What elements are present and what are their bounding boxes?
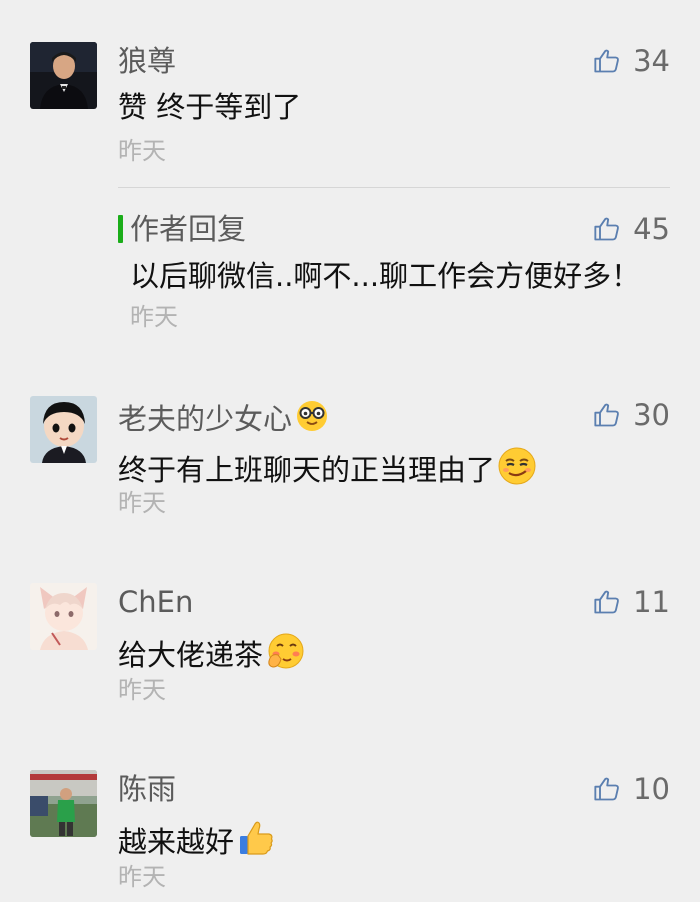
like-count: 30 [633, 398, 670, 432]
reply-accent-bar [118, 215, 123, 243]
author-reply-text: 以后聊微信..啊不...聊工作会方便好多！ [130, 259, 641, 293]
giggle-emoji-icon [268, 633, 304, 669]
author-reply-time: 昨天 [130, 303, 178, 331]
comment-text-content: 给大佬递茶 [118, 638, 264, 672]
avatar-person-green-icon [30, 770, 97, 837]
like-button[interactable]: 34 [593, 43, 670, 79]
comments-page: 狼尊 赞 终于等到了 昨天 34 作者回复 以后聊微信..啊不...聊工作会方便… [0, 0, 700, 902]
comment-time: 昨天 [118, 137, 166, 165]
comment-author[interactable]: ChEn [118, 584, 193, 620]
avatar-man-suit-icon [30, 42, 97, 109]
thumbs-up-icon [594, 590, 619, 614]
avatar-anime-foxboy-icon [30, 583, 97, 650]
smirk-emoji-icon [498, 447, 536, 485]
thumbs-up-icon [594, 49, 619, 73]
comment-author[interactable]: 老夫的少女心 [118, 397, 330, 437]
like-count: 34 [633, 44, 670, 78]
avatar[interactable] [30, 42, 97, 109]
like-button[interactable]: 10 [593, 771, 670, 807]
like-count: 11 [633, 585, 670, 619]
comment-text-content: 越来越好 [118, 825, 235, 859]
reply-like-button[interactable]: 45 [593, 211, 670, 247]
avatar[interactable] [30, 770, 97, 837]
nerd-glasses-emoji-icon [297, 401, 328, 431]
author-name-text: 老夫的少女心 [118, 402, 293, 436]
comment-author[interactable]: 狼尊 [118, 43, 176, 79]
comment-time: 昨天 [118, 489, 166, 517]
like-count: 45 [633, 212, 670, 246]
thumbs-up-icon [594, 777, 619, 801]
comment-time: 昨天 [118, 676, 166, 704]
like-button[interactable]: 11 [593, 584, 670, 620]
comment-text: 终于有上班聊天的正当理由了 [118, 446, 537, 489]
avatar-cartoon-boy-icon [30, 396, 97, 463]
divider [118, 187, 670, 188]
comment-text: 赞 终于等到了 [118, 90, 302, 124]
comment-time: 昨天 [118, 863, 166, 891]
like-button[interactable]: 30 [593, 397, 670, 433]
thumbs-up-emoji-icon [240, 821, 273, 855]
author-reply-label: 作者回复 [130, 212, 247, 246]
comment-text-content: 终于有上班聊天的正当理由了 [118, 453, 496, 487]
thumbs-up-icon [594, 217, 619, 241]
comment-author[interactable]: 陈雨 [118, 771, 176, 807]
avatar[interactable] [30, 583, 97, 650]
thumbs-up-icon [594, 403, 619, 427]
like-count: 10 [633, 772, 670, 806]
comment-text: 越来越好 [118, 818, 276, 861]
avatar[interactable] [30, 396, 97, 463]
comment-text: 给大佬递茶 [118, 631, 305, 674]
